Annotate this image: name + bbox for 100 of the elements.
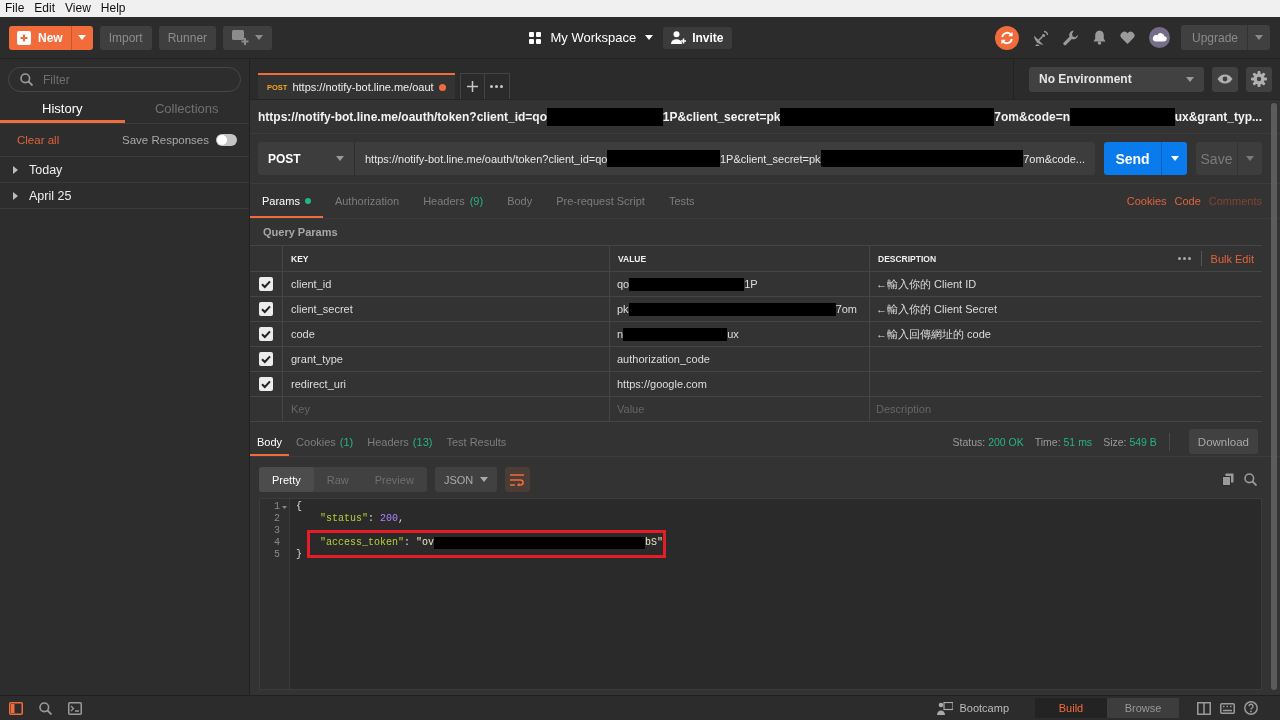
sidebar-tab[interactable]: History [0,92,125,123]
json-punctuation: : [404,537,412,549]
ellipsis-icon [1178,257,1192,260]
cloud-avatar-icon[interactable] [1148,27,1170,48]
bell-icon[interactable] [1092,30,1106,45]
method-dropdown[interactable]: POST [258,142,355,175]
window-plus-icon [232,30,250,45]
request-section-tab[interactable]: Params [250,184,323,218]
filter-field[interactable]: Filter [8,67,241,92]
save-dropdown-button[interactable] [1237,142,1262,175]
keyboard-icon[interactable] [1220,702,1235,714]
wrap-lines-button[interactable] [504,467,530,492]
grid-icon [529,31,542,44]
caret-icon [645,35,654,40]
plus-square-icon [17,30,31,45]
url-text: https://notify-bot.line.me/oauth/token?client_id=qo [365,152,608,165]
request-title: 7om&code=n [994,109,1071,124]
sidebar-toggle-icon[interactable] [9,701,23,715]
history-group[interactable]: April 25 [0,183,249,209]
param-description: ←輸入回傳網址的 code [876,326,991,342]
caret-icon [1170,156,1179,161]
workspace-dropdown[interactable]: My Workspace [529,25,654,50]
person-plus-icon [671,31,687,44]
scrollbar[interactable] [1271,103,1277,690]
url-text: 1P&client_secret=pk [719,152,821,165]
mode-tab[interactable]: Build [1035,698,1107,718]
request-section-tab[interactable]: Headers (9) [411,184,496,218]
search-icon [20,73,33,86]
bootcamp-button[interactable]: Bootcamp [937,701,1009,715]
tab-options-button[interactable] [484,73,510,99]
sidebar-tab[interactable]: Collections [124,92,249,123]
request-section-tab[interactable]: Body [495,184,545,218]
caret-icon [1246,156,1254,161]
menu-item[interactable]: View [60,0,96,17]
param-value: pk [617,303,629,315]
settings-button[interactable] [1246,66,1272,92]
toggle-switch[interactable] [216,134,237,146]
invite-button[interactable]: Invite [663,26,732,49]
mode-tab[interactable]: Browse [1107,698,1179,718]
sync-icon[interactable] [994,25,1019,50]
checkbox-checked[interactable] [259,327,273,341]
new-tab-button[interactable] [459,73,485,99]
json-punctuation: { [296,501,302,513]
response-tab[interactable]: Headers (13) [360,427,440,456]
response-tab[interactable]: Body [250,427,290,456]
checkbox-checked[interactable] [259,302,273,316]
bulk-edit-link[interactable]: Bulk Edit [1210,252,1254,265]
save-button[interactable]: Save [1196,142,1237,175]
view-mode-tab[interactable]: Pretty [259,467,314,492]
two-pane-icon[interactable] [1197,701,1211,715]
request-link[interactable]: Code [1174,195,1201,207]
fold-caret-icon[interactable] [282,505,287,509]
json-string: "ov [416,537,435,549]
line-number: 3 [274,525,280,537]
json-string: bS" [645,537,664,549]
request-section-tab[interactable]: Authorization [322,184,412,218]
menu-item[interactable]: Edit [29,0,61,17]
line-number: 4 [274,537,280,549]
url-field[interactable]: https://notify-bot.line.me/oauth/token?client_id=qo 1P&client_secret=pk 7om&code... [355,142,1095,175]
new-dropdown-button[interactable] [70,25,93,50]
environment-dropdown[interactable]: No Environment [1029,66,1204,92]
checkbox-checked[interactable] [259,277,273,291]
response-stat: Size: 549 B [1103,435,1157,448]
request-link[interactable]: Cookies [1126,195,1167,207]
checkbox-checked[interactable] [259,352,273,366]
clear-all-link[interactable]: Clear all [17,134,60,146]
wrench-icon[interactable] [1062,29,1079,46]
header-button[interactable]: Runner [158,25,217,50]
download-button[interactable]: Download [1188,429,1258,454]
search-icon[interactable] [1244,473,1257,486]
request-title: 1P&client_secret=pk [662,109,781,124]
response-tab[interactable]: Test Results [439,427,514,456]
send-button[interactable]: Send [1104,142,1161,175]
caret-icon [1186,76,1194,82]
request-title: https://notify-bot.line.me/oauth/token?client_id=qo [258,109,547,124]
copy-icon[interactable] [1222,473,1234,486]
header-button[interactable]: Import [99,25,152,50]
request-section-tab[interactable]: Tests [656,184,707,218]
menu-item[interactable]: File [0,0,30,17]
format-dropdown[interactable]: JSON [434,467,497,492]
help-icon[interactable] [1244,701,1258,715]
satellite-dish-icon[interactable] [1032,29,1049,46]
search-icon[interactable] [39,701,52,715]
heart-icon[interactable] [1119,31,1135,44]
environment-quick-look-button[interactable] [1212,66,1238,92]
send-dropdown-button[interactable] [1161,142,1187,175]
param-key: client_secret [291,303,353,315]
upgrade-dropdown-button[interactable] [1247,25,1270,50]
param-description: ←輸入你的 Client Secret [876,301,998,317]
new-window-button[interactable] [223,25,273,50]
checkbox-checked[interactable] [259,377,273,391]
param-value: 7om [835,303,858,315]
console-icon[interactable] [68,701,82,715]
json-punctuation: } [296,549,302,561]
menu-item[interactable]: Help [95,0,131,17]
upgrade-button[interactable]: Upgrade [1180,25,1247,50]
new-button[interactable]: New [9,25,71,50]
response-tab[interactable]: Cookies (1) [289,427,361,456]
request-section-tab[interactable]: Pre-request Script [544,184,657,218]
history-group[interactable]: Today [0,157,249,183]
